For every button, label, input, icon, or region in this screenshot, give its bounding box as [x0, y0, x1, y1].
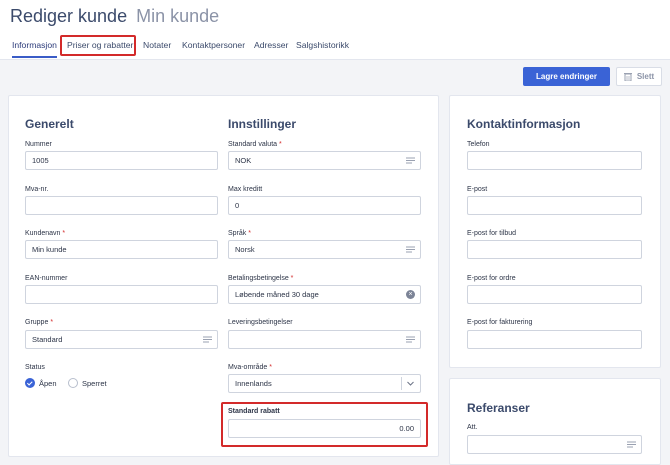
tab-kontaktpersoner[interactable]: Kontaktpersoner: [182, 38, 245, 58]
tab-informasjon[interactable]: Informasjon: [12, 38, 57, 58]
max-credit-label: Max kreditt: [228, 186, 263, 193]
page-header: Rediger kunde Min kunde Informasjon Pris…: [0, 0, 670, 60]
payment-terms-value: Løbende måned 30 dage: [235, 290, 319, 299]
select-divider: [401, 377, 402, 390]
vat-area-value: Innenlands: [235, 379, 272, 388]
list-icon: [406, 157, 415, 164]
email-input[interactable]: [467, 196, 642, 215]
att-label: Att.: [467, 424, 478, 431]
status-label: Status: [25, 364, 45, 371]
tab-highlight-box: [60, 35, 136, 56]
list-icon: [627, 441, 636, 448]
list-icon: [203, 336, 212, 343]
currency-select[interactable]: NOK: [228, 151, 421, 170]
delivery-terms-select[interactable]: [228, 330, 421, 349]
email-invoice-label: E-post for fakturering: [467, 319, 533, 326]
number-label: Nummer: [25, 141, 52, 148]
max-credit-input[interactable]: 0: [228, 196, 421, 215]
radio-checked-icon: [25, 378, 35, 388]
currency-label-text: Standard valuta: [228, 141, 278, 148]
ean-input[interactable]: [25, 285, 218, 304]
ean-label: EAN-nummer: [25, 275, 68, 282]
language-value: Norsk: [235, 245, 255, 254]
page-title: Rediger kunde Min kunde: [10, 6, 219, 27]
tab-notater[interactable]: Notater: [143, 38, 171, 58]
vat-number-input[interactable]: [25, 196, 218, 215]
payment-terms-label-text: Betalingsbetingelse: [228, 275, 289, 282]
status-open-radio[interactable]: Åpen: [25, 378, 57, 388]
group-value: Standard: [32, 335, 63, 344]
email-quote-label: E-post for tilbud: [467, 230, 517, 237]
vat-number-label: Mva-nr.: [25, 186, 49, 193]
radio-unchecked-icon: [68, 378, 78, 388]
delete-button-label: Slett: [636, 72, 655, 81]
customer-name-input[interactable]: Min kunde: [25, 240, 218, 259]
trash-icon: [623, 73, 632, 81]
customer-name-label-text: Kundenavn: [25, 230, 61, 237]
required-mark: *: [50, 319, 54, 326]
required-mark: *: [248, 230, 251, 237]
vat-area-select[interactable]: Innenlands: [228, 374, 421, 393]
language-label-text: Språk: [228, 230, 247, 237]
phone-input[interactable]: [467, 151, 642, 170]
email-quote-input[interactable]: [467, 240, 642, 259]
currency-label: Standard valuta *: [228, 141, 282, 148]
email-label: E-post: [467, 186, 488, 193]
clear-icon[interactable]: ×: [406, 290, 415, 299]
contact-heading: Kontaktinformasjon: [467, 117, 581, 131]
page-title-text: Rediger kunde: [10, 6, 128, 26]
settings-heading: Innstillinger: [228, 117, 297, 131]
required-mark: *: [290, 275, 294, 282]
save-button[interactable]: Lagre endringer: [523, 67, 610, 86]
email-invoice-input[interactable]: [467, 330, 642, 349]
currency-value: NOK: [235, 156, 252, 165]
tab-salgshistorikk[interactable]: Salgshistorikk: [296, 38, 349, 58]
required-mark: *: [62, 230, 66, 237]
vat-area-label: Mva-område *: [228, 364, 272, 371]
payment-terms-select[interactable]: Løbende måned 30 dage ×: [228, 285, 421, 304]
status-open-label: Åpen: [39, 378, 57, 388]
references-heading: Referanser: [467, 401, 530, 415]
tab-adresser[interactable]: Adresser: [254, 38, 288, 58]
list-icon: [406, 246, 415, 253]
vat-area-label-text: Mva-område: [228, 364, 268, 371]
chevron-down-icon: [407, 381, 414, 386]
page-subtitle: Min kunde: [136, 6, 220, 26]
header-divider: [0, 59, 670, 60]
email-order-input[interactable]: [467, 285, 642, 304]
email-order-label: E-post for ordre: [467, 275, 516, 282]
status-locked-label: Sperret: [82, 378, 107, 388]
group-select[interactable]: Standard: [25, 330, 218, 349]
list-icon: [406, 336, 415, 343]
number-input[interactable]: 1005: [25, 151, 218, 170]
delete-button[interactable]: Slett: [616, 67, 662, 86]
general-heading: Generelt: [25, 117, 74, 131]
payment-terms-label: Betalingsbetingelse *: [228, 275, 293, 282]
required-mark: *: [279, 141, 282, 148]
group-label-text: Gruppe: [25, 319, 49, 326]
status-locked-radio[interactable]: Sperret: [68, 378, 107, 388]
group-label: Gruppe *: [25, 319, 53, 326]
delivery-terms-label: Leveringsbetingelser: [228, 319, 293, 326]
language-label: Språk *: [228, 230, 251, 237]
phone-label: Telefon: [467, 141, 490, 148]
customer-name-label: Kundenavn *: [25, 230, 65, 237]
language-select[interactable]: Norsk: [228, 240, 421, 259]
required-mark: *: [269, 364, 272, 371]
att-select[interactable]: [467, 435, 642, 454]
discount-highlight-box: [221, 402, 428, 447]
